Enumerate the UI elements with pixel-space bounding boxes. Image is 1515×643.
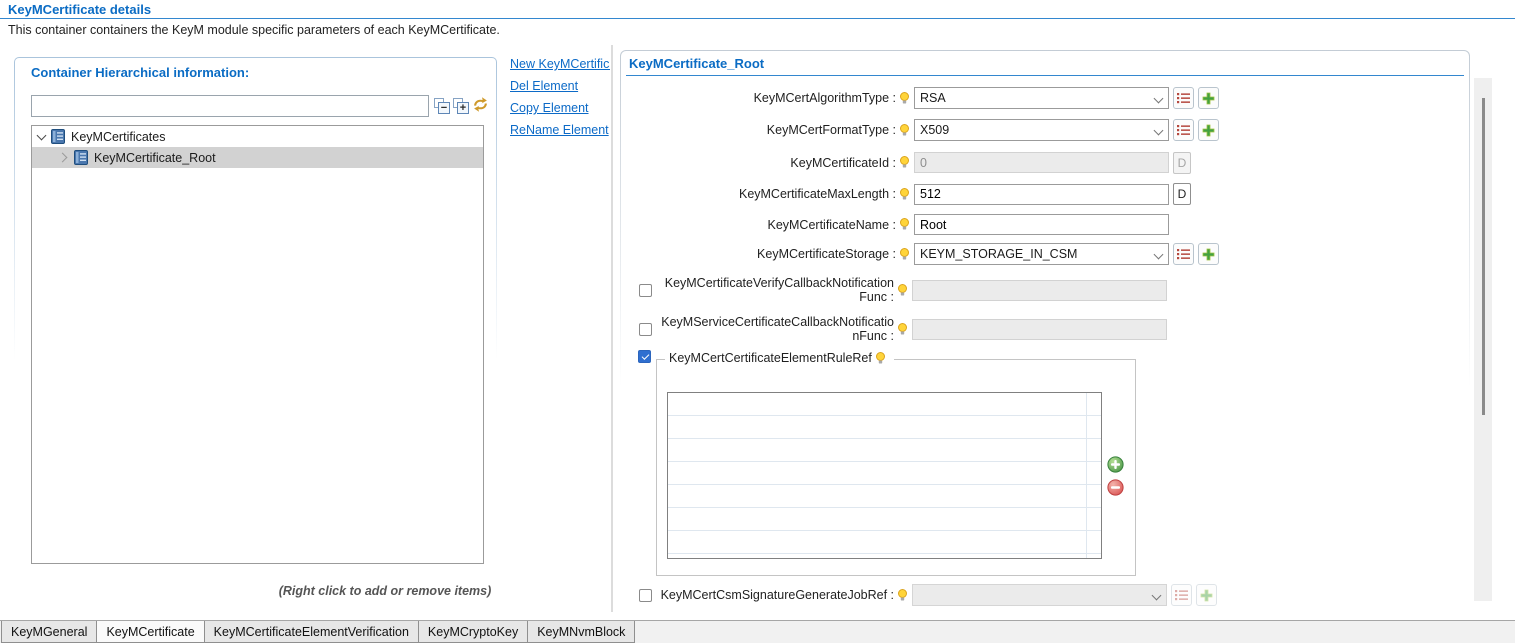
del-element-link[interactable]: Del Element xyxy=(510,79,610,94)
certificate-id-input xyxy=(914,152,1169,173)
tree-item-label: KeyMCertificate_Root xyxy=(94,151,216,165)
plus-icon[interactable] xyxy=(1198,243,1219,265)
chevron-right-icon[interactable] xyxy=(58,153,68,163)
chevron-down-icon xyxy=(1152,591,1162,601)
list-icon[interactable] xyxy=(1173,243,1194,265)
field-label-algorithm-type: KeyMCertAlgorithmType : xyxy=(639,91,896,105)
field-label-service-callback: KeyMServiceCertificateCallbackNotificati… xyxy=(658,315,894,343)
max-length-input[interactable] xyxy=(914,184,1169,205)
copy-element-link[interactable]: Copy Element xyxy=(510,101,610,116)
page-description: This container containers the KeyM modul… xyxy=(8,23,500,37)
field-label-format-type: KeyMCertFormatType : xyxy=(639,123,896,137)
field-label-element-rule-ref: KeyMCertCertificateElementRuleRef xyxy=(669,351,872,365)
verify-callback-input xyxy=(912,280,1167,301)
storage-value: KEYM_STORAGE_IN_CSM xyxy=(920,247,1077,261)
lightbulb-icon xyxy=(899,124,910,137)
lightbulb-icon xyxy=(875,352,886,365)
list-icon[interactable] xyxy=(1173,119,1194,141)
expand-all-icon[interactable]: + xyxy=(453,98,469,114)
detail-panel-title: KeyMCertificate_Root xyxy=(629,56,764,71)
element-actions: New KeyMCertificate Del Element Copy Ele… xyxy=(510,57,610,145)
lightbulb-icon xyxy=(899,92,910,105)
signature-job-ref-select xyxy=(912,584,1167,606)
detail-panel: KeyMCertificate_Root KeyMCertAlgorithmTy… xyxy=(620,50,1470,612)
hierarchy-tree: KeyMCertificates KeyMCertificate_Root xyxy=(31,125,484,564)
service-callback-checkbox[interactable] xyxy=(639,323,652,336)
field-label-storage: KeyMCertificateStorage : xyxy=(639,247,896,261)
lightbulb-icon xyxy=(899,248,910,261)
vertical-scrollbar[interactable] xyxy=(1474,78,1492,601)
format-type-value: X509 xyxy=(920,123,949,137)
field-label-max-length: KeyMCertificateMaxLength : xyxy=(639,187,896,201)
tab-keymgeneral[interactable]: KeyMGeneral xyxy=(1,621,97,643)
default-button: D xyxy=(1173,152,1191,174)
list-icon[interactable] xyxy=(1173,87,1194,109)
chevron-down-icon xyxy=(1154,126,1164,136)
tree-item-keymcertificates[interactable]: KeyMCertificates xyxy=(32,126,483,147)
plus-icon[interactable] xyxy=(1198,119,1219,141)
lightbulb-icon xyxy=(897,284,908,297)
title-divider xyxy=(0,18,1515,19)
detail-title-divider xyxy=(626,75,1464,76)
collapse-all-icon[interactable]: − xyxy=(434,98,450,114)
lightbulb-icon xyxy=(897,589,908,602)
chevron-down-icon xyxy=(1154,250,1164,260)
list-icon xyxy=(1171,584,1192,606)
remove-circle-icon[interactable] xyxy=(1107,479,1124,496)
add-circle-icon[interactable] xyxy=(1107,456,1124,473)
default-button[interactable]: D xyxy=(1173,183,1191,205)
new-keymcertificate-link[interactable]: New KeyMCertificate xyxy=(510,57,610,72)
algorithm-type-value: RSA xyxy=(920,91,946,105)
tab-keymcertificate[interactable]: KeyMCertificate xyxy=(96,621,204,643)
element-rule-ref-group: KeyMCertCertificateElementRuleRef xyxy=(656,359,1136,576)
tab-keymcertificateelementverification[interactable]: KeyMCertificateElementVerification xyxy=(204,621,419,643)
certificate-name-input[interactable] xyxy=(914,214,1169,235)
service-callback-input xyxy=(912,319,1167,340)
element-rule-ref-checkbox[interactable] xyxy=(638,350,651,363)
bottom-tab-bar: KeyMGeneral KeyMCertificate KeyMCertific… xyxy=(0,620,1515,643)
right-click-hint: (Right click to add or remove items) xyxy=(255,584,515,598)
verify-callback-checkbox[interactable] xyxy=(639,284,652,297)
scrollbar-thumb[interactable] xyxy=(1482,98,1485,415)
container-icon xyxy=(74,150,88,165)
storage-select[interactable]: KEYM_STORAGE_IN_CSM xyxy=(914,243,1169,265)
container-icon xyxy=(51,129,65,144)
tree-item-label: KeyMCertificates xyxy=(71,130,165,144)
chevron-down-icon xyxy=(1154,94,1164,104)
plus-icon[interactable] xyxy=(1198,87,1219,109)
element-rule-table[interactable] xyxy=(667,392,1102,559)
lightbulb-icon xyxy=(899,188,910,201)
tree-item-keymcertificate-root[interactable]: KeyMCertificate_Root xyxy=(32,147,483,168)
vertical-divider xyxy=(611,45,613,612)
rename-element-link[interactable]: ReName Element xyxy=(510,123,610,138)
hierarchy-panel: Container Hierarchical information: − + xyxy=(14,57,497,608)
format-type-select[interactable]: X509 xyxy=(914,119,1169,141)
tab-keymnvmblock[interactable]: KeyMNvmBlock xyxy=(527,621,635,643)
algorithm-type-select[interactable]: RSA xyxy=(914,87,1169,109)
field-label-certificate-id: KeyMCertificateId : xyxy=(639,156,896,170)
field-label-certificate-name: KeyMCertificateName : xyxy=(639,218,896,232)
field-label-signature-job-ref: KeyMCertCsmSignatureGenerateJobRef : xyxy=(658,588,894,602)
plus-icon xyxy=(1196,584,1217,606)
refresh-icon[interactable] xyxy=(472,96,488,112)
lightbulb-icon xyxy=(899,156,910,169)
lightbulb-icon xyxy=(899,218,910,231)
page-title: KeyMCertificate details xyxy=(8,2,151,17)
tree-filter-input[interactable] xyxy=(31,95,429,117)
lightbulb-icon xyxy=(897,323,908,336)
field-label-verify-callback: KeyMCertificateVerifyCallbackNotificatio… xyxy=(658,276,894,304)
signature-job-ref-checkbox[interactable] xyxy=(639,589,652,602)
tab-keymcryptokey[interactable]: KeyMCryptoKey xyxy=(418,621,528,643)
chevron-down-icon[interactable] xyxy=(37,130,47,140)
hierarchy-panel-title: Container Hierarchical information: xyxy=(31,65,249,80)
